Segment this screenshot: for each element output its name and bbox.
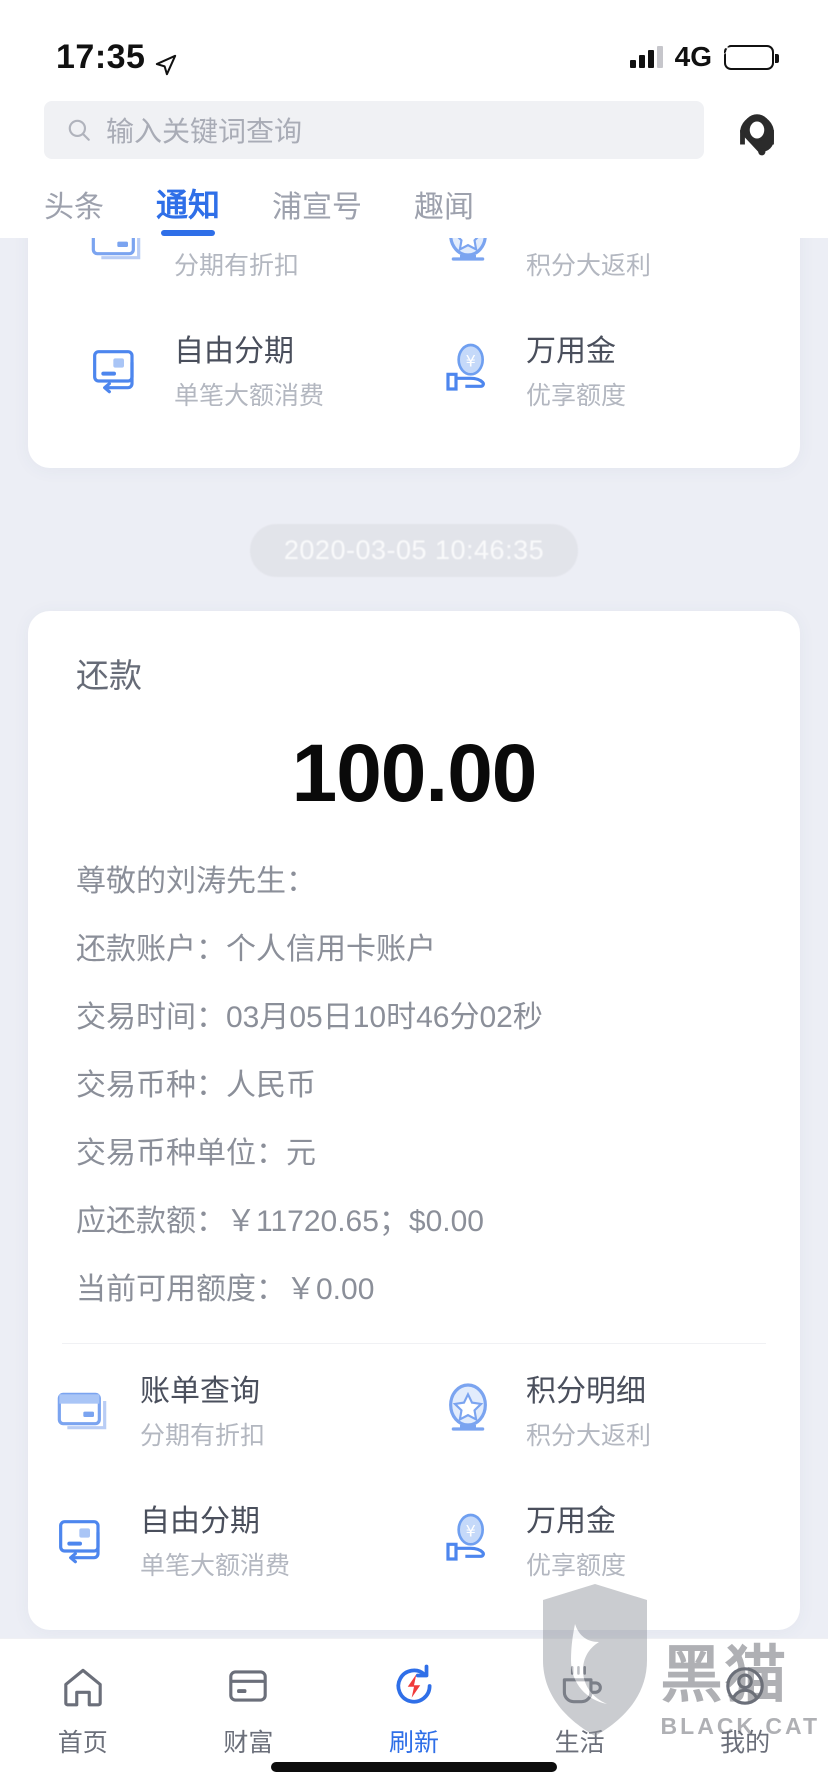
search-input[interactable]: 输入关键词查询	[44, 101, 704, 159]
message-type-label: 还款	[76, 657, 142, 694]
detail-currency-unit: 交易币种单位：元	[76, 1137, 316, 1170]
repayment-message-card[interactable]: 还款 100.00 尊敬的刘涛先生： 还款账户：个人信用卡账户 交易时间：03月…	[28, 611, 800, 1630]
quick-action-title: 账单查询	[140, 1375, 260, 1408]
previous-message-card[interactable]: 账单查询 分期有折扣 积分明细	[28, 238, 800, 468]
clock-label: 17:35	[56, 37, 146, 76]
nav-item-profile[interactable]: 我的	[662, 1661, 828, 1759]
tab-quwen[interactable]: 趣闻	[414, 182, 474, 238]
location-arrow-icon	[155, 46, 177, 76]
category-tabs: 头条 通知 浦宣号 趣闻	[0, 168, 828, 238]
nav-item-home[interactable]: 首页	[0, 1661, 166, 1759]
detail-available-credit: 当前可用额度：￥0.00	[76, 1273, 375, 1306]
quick-action-title: 万用金	[526, 1505, 616, 1538]
quick-action-free-installment-top[interactable]: 自由分期 单笔大额消费	[62, 304, 414, 434]
quick-actions-grid-top: 账单查询 分期有折扣 积分明细	[62, 238, 766, 434]
quick-action-points-detail-top[interactable]: 积分明细 积分大返利	[414, 238, 766, 304]
tab-tongzhi[interactable]: 通知	[156, 180, 220, 238]
nav-label: 我的	[720, 1729, 771, 1757]
quick-action-texts: 积分明细 积分大返利	[526, 238, 651, 282]
quick-action-subtitle: 单笔大额消费	[174, 382, 325, 410]
timestamp-row-first: 2020-03-05 10:46:35	[0, 524, 828, 577]
card-installment-icon	[50, 1507, 114, 1571]
quick-action-title: 账单查询	[174, 238, 299, 240]
hand-coin-yuan-icon: ¥	[436, 1507, 500, 1571]
credit-card-bill-icon	[50, 1377, 114, 1441]
quick-action-texts: 账单查询 分期有折扣	[140, 1366, 265, 1452]
coffee-cup-icon	[555, 1661, 605, 1711]
card-wealth-icon	[223, 1661, 273, 1711]
quick-action-subtitle: 优享额度	[526, 382, 627, 410]
nav-label: 生活	[554, 1729, 605, 1757]
message-feed[interactable]: 账单查询 分期有折扣 积分明细	[0, 238, 828, 1638]
detail-currency: 交易币种：人民币	[76, 1069, 316, 1102]
quick-action-bill-query-top[interactable]: 账单查询 分期有折扣	[62, 238, 414, 304]
nav-item-life[interactable]: 生活	[497, 1661, 663, 1759]
status-bar-right: 4G ⚡	[629, 40, 779, 73]
medal-star-icon	[436, 1377, 500, 1441]
nav-label: 财富	[223, 1729, 274, 1757]
quick-actions-grid-main: 账单查询 分期有折扣 积分明细 积分大返利 自由分期 单笔大额消费 ¥ 万用金 …	[28, 1344, 800, 1604]
quick-action-texts: 万用金 优享额度	[526, 1496, 626, 1582]
quick-action-texts: 账单查询 分期有折扣	[174, 238, 299, 282]
quick-action-title: 积分明细	[526, 1375, 646, 1408]
quick-action-texts: 积分明细 积分大返利	[526, 1366, 651, 1452]
app-screen: 17:35 4G ⚡ 输入关键词查询 头条 通知 浦宣号 趣闻 分期有折扣 积分…	[0, 0, 828, 1792]
quick-action-texts: 自由分期 单笔大额消费	[140, 1496, 290, 1582]
signal-bars-icon	[629, 46, 663, 68]
credit-card-bill-icon	[84, 238, 148, 271]
quick-action-universal-cash-top[interactable]: ¥ 万用金 优享额度	[414, 304, 766, 434]
search-bar: 输入关键词查询	[0, 92, 828, 168]
home-icon	[58, 1661, 108, 1711]
detail-transaction-time: 交易时间：03月05日10时46分02秒	[76, 1001, 543, 1034]
quick-action-title: 万用金	[526, 335, 616, 368]
quick-action-title: 积分明细	[526, 238, 651, 240]
quick-action-subtitle: 积分大返利	[526, 252, 652, 280]
home-indicator	[271, 1762, 557, 1772]
bottom-navigation: 首页 财富 刷新 生活 我的	[0, 1638, 828, 1792]
quick-action-texts: 万用金 优享额度	[526, 326, 626, 412]
nav-label: 刷新	[388, 1729, 439, 1757]
nav-item-refresh[interactable]: 刷新	[331, 1661, 497, 1759]
nav-item-wealth[interactable]: 财富	[166, 1661, 332, 1759]
search-icon	[66, 117, 92, 143]
quick-action-bill-query[interactable]: 账单查询 分期有折扣	[28, 1344, 414, 1474]
svg-text:¥: ¥	[466, 351, 476, 370]
quick-action-subtitle: 优享额度	[526, 1552, 627, 1580]
transaction-amount: 100.00	[291, 728, 538, 819]
customer-service-headset-icon[interactable]	[728, 101, 786, 159]
message-body: 尊敬的刘涛先生： 还款账户：个人信用卡账户 交易时间：03月05日10时46分0…	[28, 867, 800, 1305]
medal-star-icon	[436, 238, 500, 271]
battery-charging-icon: ⚡	[722, 40, 779, 70]
quick-action-subtitle: 分期有折扣	[140, 1422, 266, 1450]
quick-action-free-installment[interactable]: 自由分期 单笔大额消费	[28, 1474, 414, 1604]
user-profile-icon	[720, 1661, 770, 1711]
quick-action-title: 自由分期	[140, 1505, 260, 1538]
refresh-lightning-icon	[389, 1661, 439, 1711]
detail-repayment-account: 还款账户：个人信用卡账户	[76, 933, 436, 966]
quick-action-subtitle: 单笔大额消费	[140, 1552, 291, 1580]
quick-action-subtitle: 分期有折扣	[174, 252, 300, 280]
svg-text:¥: ¥	[466, 1521, 476, 1540]
detail-amount-due: 应还款额：￥11720.65；$0.00	[76, 1205, 484, 1238]
greeting-line: 尊敬的刘涛先生：	[76, 865, 316, 898]
nav-label: 首页	[57, 1729, 108, 1757]
tab-toutiao[interactable]: 头条	[44, 182, 104, 238]
quick-action-title: 自由分期	[174, 335, 294, 368]
search-placeholder: 输入关键词查询	[106, 116, 303, 147]
status-bar: 17:35 4G ⚡	[0, 0, 828, 92]
status-bar-left: 17:35	[56, 38, 177, 77]
hand-coin-yuan-icon: ¥	[436, 337, 500, 401]
card-installment-icon	[84, 337, 148, 401]
quick-action-universal-cash[interactable]: ¥ 万用金 优享额度	[414, 1474, 800, 1604]
quick-action-points-detail[interactable]: 积分明细 积分大返利	[414, 1344, 800, 1474]
message-timestamp: 2020-03-05 10:46:35	[249, 524, 579, 577]
quick-action-subtitle: 积分大返利	[526, 1422, 652, 1450]
network-type-label: 4G	[674, 41, 712, 72]
quick-action-texts: 自由分期 单笔大额消费	[174, 326, 324, 412]
tab-puxuanhao[interactable]: 浦宣号	[272, 182, 362, 238]
